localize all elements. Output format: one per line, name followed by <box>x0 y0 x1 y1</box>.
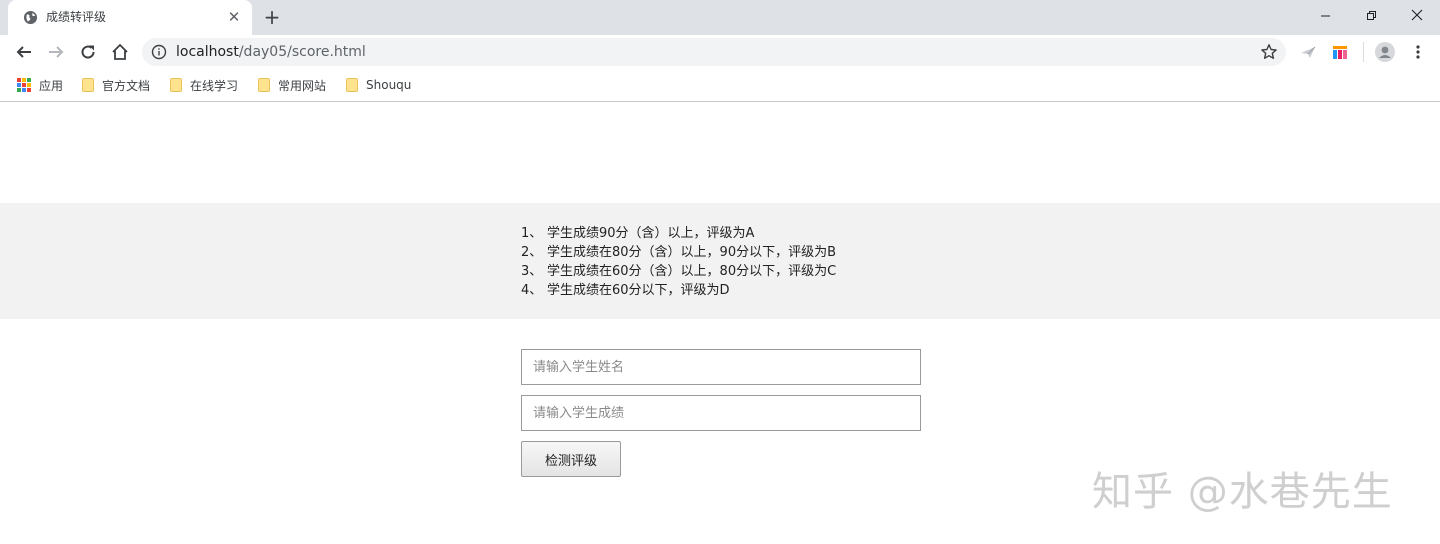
check-grade-button[interactable]: 检测评级 <box>521 441 621 477</box>
menu-kebab-icon[interactable] <box>1408 42 1428 62</box>
bookmark-apps[interactable]: 应用 <box>17 77 63 93</box>
rule-item: 4、 学生成绩在60分以下，评级为D <box>521 281 836 300</box>
rule-text: 学生成绩90分（含）以上，评级为A <box>547 226 755 241</box>
rule-number: 3、 <box>521 264 543 279</box>
info-icon[interactable] <box>151 44 167 60</box>
page-content: 1、 学生成绩90分（含）以上，评级为A 2、 学生成绩在80分（含）以上，90分以… <box>0 103 1440 544</box>
rules-panel: 1、 学生成绩90分（含）以上，评级为A 2、 学生成绩在80分（含）以上，90分以… <box>0 203 1440 319</box>
rules-list: 1、 学生成绩90分（含）以上，评级为A 2、 学生成绩在80分（含）以上，90分以… <box>521 224 836 300</box>
rule-text: 学生成绩在60分（含）以上，80分以下，评级为C <box>547 264 837 279</box>
bookmark-folder-docs[interactable]: 官方文档 <box>82 77 150 93</box>
folder-icon <box>258 78 270 92</box>
bookmark-star-icon[interactable] <box>1260 43 1278 61</box>
folder-icon <box>346 78 358 92</box>
reload-icon[interactable] <box>76 40 100 64</box>
url-text[interactable]: localhost/day05/score.html <box>176 44 366 60</box>
bookmark-label: 应用 <box>39 78 64 93</box>
tab-title: 成绩转评级 <box>46 10 107 24</box>
extension-bird-icon[interactable] <box>1298 42 1318 62</box>
address-bar[interactable]: localhost/day05/score.html <box>142 38 1286 66</box>
profile-avatar-icon[interactable] <box>1375 42 1395 62</box>
apps-grid-icon <box>17 78 31 92</box>
browser-tab[interactable]: 成绩转评级 ✕ <box>8 0 252 35</box>
bookmark-label: 官方文档 <box>102 78 151 93</box>
extension-color-icon[interactable] <box>1330 42 1350 62</box>
bookmark-label: 常用网站 <box>278 78 327 93</box>
bookmark-label: 在线学习 <box>190 78 239 93</box>
tab-strip: 成绩转评级 ✕ + <box>0 0 1440 35</box>
globe-icon <box>23 10 38 25</box>
rule-text: 学生成绩在80分（含）以上，90分以下，评级为B <box>547 245 837 260</box>
folder-icon <box>170 78 182 92</box>
rule-number: 1、 <box>521 226 543 241</box>
folder-icon <box>82 78 94 92</box>
back-icon[interactable] <box>12 40 36 64</box>
rule-item: 3、 学生成绩在60分（含）以上，80分以下，评级为C <box>521 262 836 281</box>
tab-close-icon[interactable]: ✕ <box>226 9 242 25</box>
toolbar-separator <box>1363 42 1364 62</box>
bookmark-folder-shouqu[interactable]: Shouqu <box>346 77 411 93</box>
bookmark-folder-sites[interactable]: 常用网站 <box>258 77 326 93</box>
browser-toolbar: localhost/day05/score.html <box>0 35 1440 69</box>
close-window-icon[interactable] <box>1394 0 1440 30</box>
minimize-icon[interactable] <box>1302 0 1348 30</box>
bookmark-folder-learning[interactable]: 在线学习 <box>170 77 238 93</box>
home-icon[interactable] <box>108 40 132 64</box>
student-name-input[interactable] <box>521 349 921 385</box>
rule-number: 4、 <box>521 283 543 298</box>
url-path: /day05/score.html <box>238 44 366 60</box>
new-tab-icon[interactable]: + <box>262 7 282 27</box>
rule-item: 2、 学生成绩在80分（含）以上，90分以下，评级为B <box>521 243 836 262</box>
bookmark-label: Shouqu <box>366 78 412 92</box>
forward-icon[interactable] <box>44 40 68 64</box>
rule-item: 1、 学生成绩90分（含）以上，评级为A <box>521 224 836 243</box>
watermark: 知乎 @水巷先生 <box>1092 469 1393 515</box>
restore-icon[interactable] <box>1348 0 1394 30</box>
bookmarks-bar: 应用 官方文档 在线学习 常用网站 Shouqu <box>0 69 1440 102</box>
rule-number: 2、 <box>521 245 543 260</box>
url-host: localhost <box>176 44 239 60</box>
student-score-input[interactable] <box>521 395 921 431</box>
rule-text: 学生成绩在60分以下，评级为D <box>547 283 730 298</box>
